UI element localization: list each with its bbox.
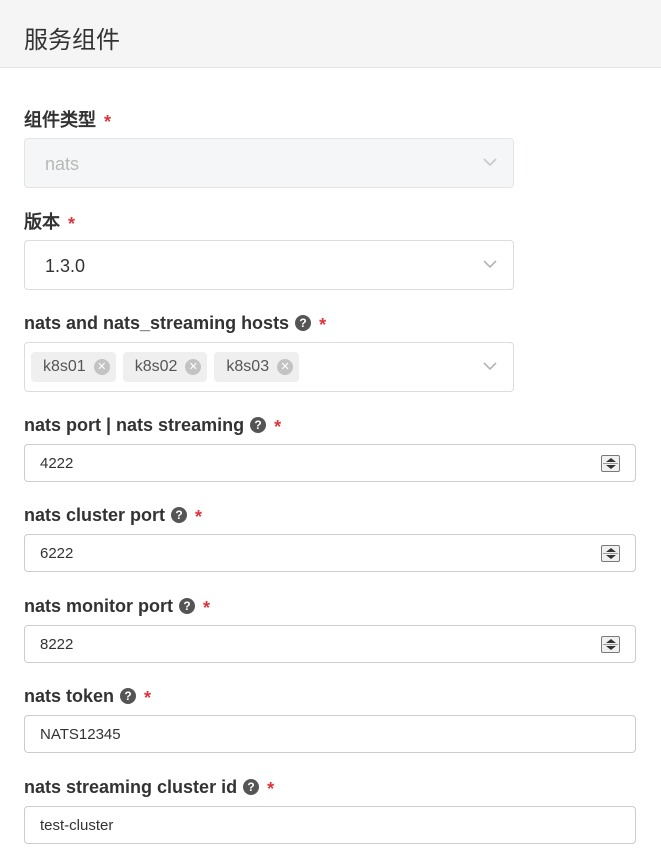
required-marker: * (203, 598, 211, 618)
host-tag: k8s02 ✕ (122, 352, 208, 382)
required-marker: * (195, 507, 203, 527)
version-label: 版本 * (24, 211, 76, 234)
question-circle-icon[interactable]: ? (179, 598, 195, 614)
cluster-id-label-text: nats streaming cluster id (24, 777, 238, 797)
component-type-select: nats (24, 138, 514, 188)
host-tag-label: k8s03 (226, 358, 270, 375)
version-select[interactable]: 1.3.0 (24, 240, 514, 290)
question-circle-icon[interactable]: ? (250, 417, 267, 433)
cluster-id-value: test-cluster (40, 817, 114, 834)
required-marker: * (144, 688, 152, 708)
question-circle-icon[interactable]: ? (171, 507, 188, 523)
host-tag: k8s03 ✕ (214, 352, 300, 382)
monitor-port-value: 8222 (40, 636, 74, 653)
hosts-label-text: nats and nats_streaming hosts (24, 313, 290, 333)
question-circle-icon[interactable]: ? (243, 779, 260, 795)
required-marker: * (319, 315, 327, 335)
component-type-label: 组件类型 * (24, 109, 112, 132)
close-circle-icon[interactable]: ✕ (185, 359, 202, 375)
cluster-id-label: nats streaming cluster id ? * (24, 776, 275, 799)
number-spinner-icon[interactable] (601, 636, 620, 653)
question-circle-icon[interactable]: ? (295, 315, 312, 331)
monitor-port-label-text: nats monitor port (24, 596, 173, 616)
cluster-id-input[interactable]: test-cluster (24, 806, 636, 844)
token-label-text: nats token (24, 686, 115, 706)
host-tag-label: k8s01 (43, 358, 86, 375)
component-type-label-text: 组件类型 (24, 110, 96, 130)
panel-header: 服务组件 (0, 0, 661, 68)
close-circle-icon[interactable]: ✕ (277, 359, 294, 375)
monitor-port-input[interactable]: 8222 (24, 625, 636, 663)
close-circle-icon[interactable]: ✕ (93, 359, 110, 375)
number-spinner-icon[interactable] (601, 455, 620, 472)
chevron-down-icon (483, 158, 497, 167)
number-spinner-icon[interactable] (601, 545, 620, 562)
required-marker: * (274, 417, 282, 437)
cluster-port-input[interactable]: 6222 (24, 534, 636, 572)
host-tag-label: k8s02 (134, 358, 178, 375)
required-marker: * (68, 214, 76, 234)
page-title: 服务组件 (24, 26, 120, 54)
selected-tags: k8s01 ✕ k8s02 ✕ k8s03 ✕ (31, 352, 300, 382)
component-type-value: nats (45, 154, 80, 174)
nats-port-label: nats port | nats streaming ? * (24, 414, 282, 437)
hosts-multiselect[interactable]: k8s01 ✕ k8s02 ✕ k8s03 ✕ (24, 342, 514, 392)
cluster-port-label: nats cluster port ? * (24, 504, 203, 527)
nats-port-label-text: nats port | nats streaming (24, 415, 245, 435)
chevron-down-icon (483, 362, 497, 371)
cluster-port-value: 6222 (40, 545, 74, 562)
question-circle-icon[interactable]: ? (120, 688, 137, 704)
required-marker: * (267, 779, 275, 799)
token-value: NATS12345 (40, 726, 121, 743)
version-label-text: 版本 (24, 212, 60, 232)
nats-port-input[interactable]: 4222 (24, 444, 636, 482)
hosts-label: nats and nats_streaming hosts ? * (24, 312, 327, 335)
required-marker: * (104, 112, 112, 132)
host-tag: k8s01 ✕ (31, 352, 116, 382)
monitor-port-label: nats monitor port ? * (24, 595, 211, 618)
chevron-down-icon (483, 260, 497, 269)
cluster-port-label-text: nats cluster port (24, 505, 166, 525)
nats-port-value: 4222 (40, 455, 74, 472)
version-value: 1.3.0 (45, 256, 86, 276)
token-input[interactable]: NATS12345 (24, 715, 636, 753)
token-label: nats token ? * (24, 685, 152, 708)
